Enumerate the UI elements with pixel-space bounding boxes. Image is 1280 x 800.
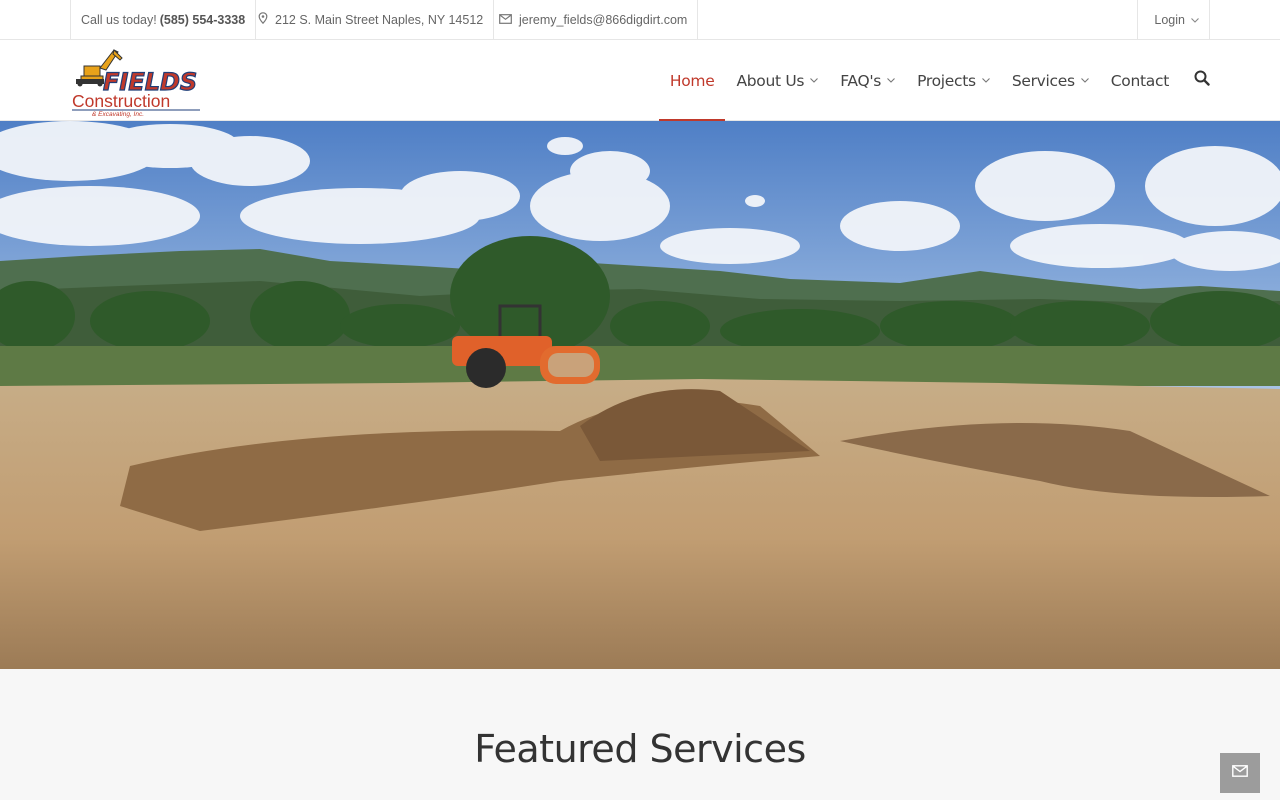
nav-home-label[interactable]: Home	[670, 72, 715, 90]
nav-contact[interactable]: Contact	[1100, 40, 1180, 121]
envelope-icon	[1232, 764, 1248, 782]
nav-about-us-label[interactable]: About Us	[736, 72, 804, 90]
address-text: 212 S. Main Street Naples, NY 14512	[275, 12, 484, 27]
chevron-down-icon	[810, 76, 819, 86]
hero-image	[0, 121, 1280, 669]
nav-faqs[interactable]: FAQ's	[829, 40, 906, 121]
chevron-down-icon	[981, 76, 990, 86]
nav-projects[interactable]: Projects	[906, 40, 1001, 121]
featured-services-title: Featured Services	[474, 727, 806, 771]
main-nav: Home About Us FAQ's Projects Services Co…	[658, 40, 1210, 122]
nav-about-us[interactable]: About Us	[725, 40, 829, 121]
login-label[interactable]: Login	[1154, 13, 1185, 27]
search-button[interactable]	[1180, 40, 1210, 121]
logo-excavating-text: & Excavating, Inc.	[92, 111, 144, 118]
chevron-down-icon	[1080, 76, 1089, 86]
login-link[interactable]: Login	[1137, 0, 1210, 39]
logo-construction-text: Construction	[72, 91, 170, 111]
featured-services-section: Featured Services	[0, 669, 1280, 800]
search-icon[interactable]	[1194, 70, 1210, 91]
email[interactable]: jeremy_fields@866digdirt.com	[487, 0, 699, 39]
call-label: Call us today!	[81, 12, 157, 27]
nav-services-label[interactable]: Services	[1012, 72, 1075, 90]
chevron-down-icon	[887, 76, 895, 86]
nav-projects-label[interactable]: Projects	[917, 72, 976, 90]
email-text[interactable]: jeremy_fields@866digdirt.com	[519, 13, 687, 27]
nav-home[interactable]: Home	[658, 40, 726, 122]
nav-contact-label[interactable]: Contact	[1111, 72, 1170, 90]
fields-construction-logo[interactable]: FIELDS Construction & Excavating, Inc.	[70, 46, 205, 118]
phone-number[interactable]: (585) 554-3338	[160, 13, 245, 27]
call-us: Call us today! (585) 554-3338	[70, 0, 257, 39]
envelope-icon	[499, 13, 512, 27]
contact-float-button[interactable]	[1220, 753, 1260, 793]
nav-faqs-label[interactable]: FAQ's	[840, 72, 881, 90]
site-header: FIELDS Construction & Excavating, Inc. H…	[0, 40, 1280, 122]
top-bar: Call us today! (585) 554-3338 212 S. Mai…	[0, 0, 1280, 40]
chevron-down-icon	[1191, 15, 1199, 25]
nav-services[interactable]: Services	[1001, 40, 1100, 121]
address: 212 S. Main Street Naples, NY 14512	[246, 0, 495, 39]
map-pin-icon	[258, 12, 268, 27]
